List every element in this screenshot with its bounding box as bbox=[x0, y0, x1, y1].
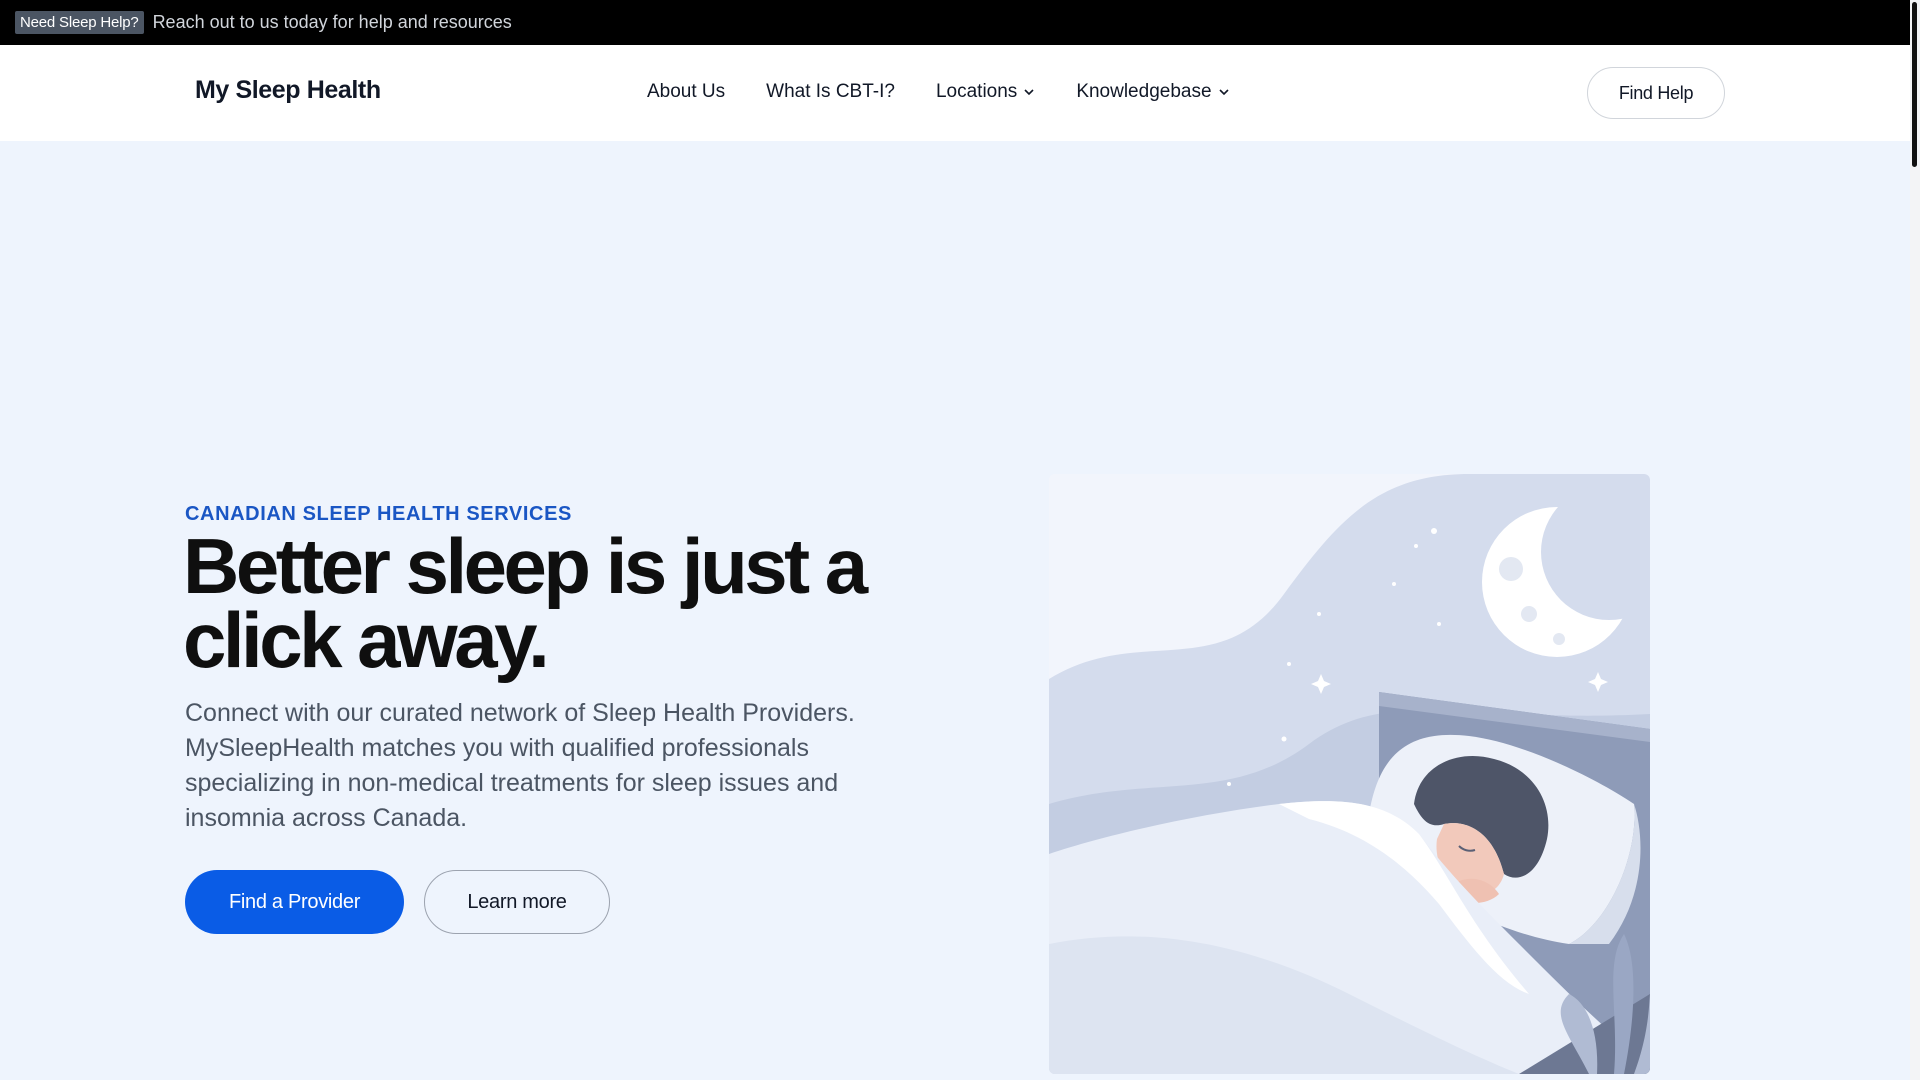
nav-item-label: Knowledgebase bbox=[1076, 81, 1212, 102]
nav-item-locations[interactable]: Locations bbox=[936, 81, 1035, 103]
site-logo[interactable]: My Sleep Health bbox=[195, 76, 381, 105]
learn-more-button[interactable]: Learn more bbox=[424, 870, 610, 934]
main-nav: About Us What Is CBT-I? Locations Knowle… bbox=[647, 81, 1271, 103]
nav-item-label: What Is CBT-I? bbox=[766, 81, 895, 102]
site-header: My Sleep Health About Us What Is CBT-I? … bbox=[0, 45, 1910, 141]
announcement-message[interactable]: Reach out to us today for help and resou… bbox=[153, 12, 512, 33]
chevron-down-icon bbox=[1023, 86, 1035, 98]
announcement-bar: Need Sleep Help? Reach out to us today f… bbox=[0, 0, 1910, 45]
hero-section: CANADIAN SLEEP HEALTH SERVICES Better sl… bbox=[0, 141, 1910, 1080]
announcement-badge: Need Sleep Help? bbox=[15, 11, 144, 34]
find-provider-button[interactable]: Find a Provider bbox=[185, 870, 404, 934]
hero-description: Connect with our curated network of Slee… bbox=[185, 699, 855, 832]
nav-item-label: About Us bbox=[647, 81, 726, 102]
chevron-down-icon bbox=[1218, 86, 1230, 98]
nav-item-what-is-cbt-i[interactable]: What Is CBT-I? bbox=[766, 81, 895, 103]
nav-item-label: Locations bbox=[935, 81, 1018, 102]
hero-headline: Better sleep is just a click away. bbox=[183, 522, 868, 684]
sleeping-woman-illustration bbox=[1049, 474, 1650, 1074]
find-help-button[interactable]: Find Help bbox=[1587, 67, 1725, 119]
nav-item-knowledgebase[interactable]: Knowledgebase bbox=[1076, 81, 1229, 103]
scrollbar-thumb[interactable] bbox=[1912, 2, 1917, 167]
nav-item-about-us[interactable]: About Us bbox=[647, 81, 725, 103]
page-scrollbar[interactable] bbox=[1910, 0, 1920, 1080]
